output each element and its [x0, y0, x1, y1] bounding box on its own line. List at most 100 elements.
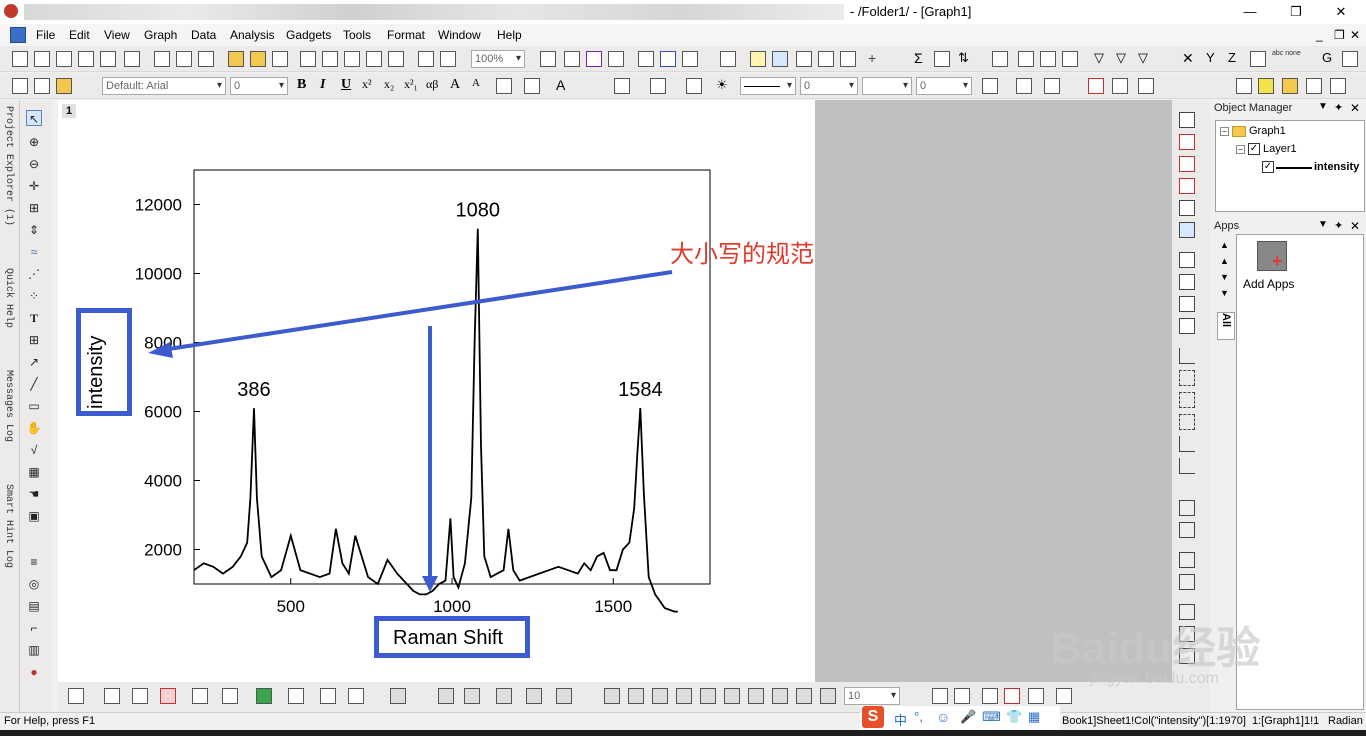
data-reader-icon[interactable]: ✛ [26, 178, 42, 194]
3d-surface-icon[interactable] [390, 688, 406, 704]
3d-ribbon-icon[interactable] [526, 688, 542, 704]
scatter-plot-icon[interactable] [104, 688, 120, 704]
ime-keyboard-icon[interactable]: ⌨ [982, 709, 1001, 725]
theme-manager-icon[interactable] [1282, 78, 1298, 94]
apps-scroll-down-icon[interactable]: ▼ [1220, 288, 1229, 298]
remove-filter-icon[interactable]: ▽ [1116, 50, 1126, 66]
sogou-ime-icon[interactable]: S [862, 706, 884, 728]
zoom-in-icon[interactable] [750, 51, 766, 67]
underline-button[interactable]: U [341, 77, 351, 93]
mask-icon[interactable] [982, 688, 998, 704]
open-folder-icon[interactable] [228, 51, 244, 67]
data-selector-icon[interactable]: ⇕ [26, 222, 42, 238]
template-icon[interactable] [348, 688, 364, 704]
refresh-icon[interactable] [564, 51, 580, 67]
set-as-z-icon[interactable]: Z [1228, 50, 1236, 65]
results-log-icon[interactable] [638, 51, 654, 67]
line-width-select[interactable]: 0 [800, 77, 858, 95]
layer-icon[interactable] [796, 51, 812, 67]
3d-plot-icon[interactable] [256, 688, 272, 704]
recalculate-icon[interactable] [418, 51, 434, 67]
extract-layers-icon[interactable] [1179, 296, 1195, 312]
batch-plot-icon[interactable] [440, 51, 456, 67]
skew-icon[interactable] [700, 688, 716, 704]
enlarge-icon[interactable] [932, 688, 948, 704]
reset-view-icon[interactable] [796, 688, 812, 704]
right-axes-icon[interactable] [1179, 392, 1195, 408]
stack-layers-icon[interactable] [1179, 112, 1195, 128]
tree-plot-node[interactable]: intensity [1314, 161, 1359, 173]
fill-pattern-icon[interactable] [982, 78, 998, 94]
new-notes-icon[interactable] [154, 51, 170, 67]
font-size-select[interactable]: 0 [230, 77, 288, 95]
stat-chart-icon[interactable] [1062, 51, 1078, 67]
transpose-icon[interactable] [1028, 688, 1044, 704]
new-project-icon[interactable] [12, 51, 28, 67]
pointer-tool-icon[interactable]: ↖ [26, 110, 42, 126]
panel-menu-icon[interactable]: ▼ [1318, 219, 1328, 230]
arrow-tool-icon[interactable]: ↗ [26, 354, 42, 370]
left-align-icon[interactable] [496, 78, 512, 94]
menu-format[interactable]: Format [387, 28, 425, 42]
line-symbol-plot-icon[interactable] [132, 688, 148, 704]
ime-voice-icon[interactable]: 🎤 [960, 709, 976, 725]
symbol-select[interactable] [862, 77, 912, 95]
insert-graph-icon[interactable]: ▦ [26, 464, 42, 480]
greek-button[interactable]: αβ [426, 77, 438, 92]
brightness-icon[interactable]: ☀ [716, 77, 728, 93]
subscript-button[interactable]: x₂ [384, 77, 394, 92]
new-matrix-icon[interactable] [78, 51, 94, 67]
filter-icon[interactable]: ▽ [1094, 50, 1104, 66]
add-apps-icon[interactable]: + [1257, 241, 1287, 271]
panel-pin-icon[interactable]: ✦ [1334, 219, 1343, 232]
annotation-arrow-line[interactable] [161, 270, 673, 352]
perspective-icon[interactable] [676, 688, 692, 704]
tree-graph-node[interactable]: Graph1 [1249, 125, 1286, 137]
tilt-icon[interactable] [652, 688, 668, 704]
project-explorer-icon[interactable] [682, 51, 698, 67]
layer-stack-icon[interactable]: ≡ [26, 554, 42, 570]
command-window-icon[interactable] [660, 51, 676, 67]
annotation-tool-icon[interactable]: ⌐ [26, 620, 42, 636]
set-as-subject-icon[interactable] [1342, 51, 1358, 67]
new-script-icon[interactable] [198, 51, 214, 67]
add-table-icon[interactable]: ⊞ [26, 332, 42, 348]
unmerge-icon[interactable] [1138, 78, 1154, 94]
rescale-y-icon[interactable] [1179, 178, 1195, 194]
rectangle-tool-icon[interactable]: ▭ [26, 398, 42, 414]
close-button[interactable]: ✕ [1327, 2, 1355, 22]
zoom-out-tool-icon[interactable]: ⊖ [26, 156, 42, 172]
project-explorer-tab[interactable]: Project Explorer (1) [3, 106, 14, 226]
statistics-icon[interactable] [934, 51, 950, 67]
3d-scatter-icon[interactable] [496, 688, 512, 704]
mdi-minimize-button[interactable]: _ [1316, 28, 1323, 42]
import-excel-icon[interactable] [388, 51, 404, 67]
import-data-icon[interactable] [300, 51, 316, 67]
add-apps-label[interactable]: Add Apps [1243, 277, 1294, 291]
menu-graph[interactable]: Graph [144, 28, 177, 42]
line-pattern-icon[interactable] [524, 78, 540, 94]
object-tool-icon[interactable]: ▣ [26, 508, 42, 524]
data-marker-icon[interactable] [1056, 688, 1072, 704]
menu-analysis[interactable]: Analysis [230, 28, 275, 42]
maximize-button[interactable]: ❐ [1282, 2, 1310, 22]
copy-icon[interactable] [34, 78, 50, 94]
align-bottom-icon[interactable] [1179, 574, 1195, 590]
column-chart-icon[interactable] [1018, 51, 1034, 67]
move-icon[interactable] [820, 688, 836, 704]
rotate-left-icon[interactable] [604, 688, 620, 704]
ime-tools-icon[interactable]: ▦ [1028, 709, 1040, 725]
new-function-icon[interactable] [100, 51, 116, 67]
open-template-icon[interactable] [250, 51, 266, 67]
panel-close-icon[interactable]: ✕ [1350, 219, 1360, 233]
mdi-doc-icon[interactable] [10, 27, 26, 43]
save-project-icon[interactable] [272, 51, 288, 67]
theme-gallery-icon[interactable] [1258, 78, 1274, 94]
bold-button[interactable]: B [297, 77, 306, 93]
zoom-in-tool-icon[interactable]: ⊕ [26, 134, 42, 150]
rotate-right-icon[interactable] [628, 688, 644, 704]
apps-up-icon[interactable]: ▲ [1220, 256, 1229, 266]
paste-format-icon[interactable] [1330, 78, 1346, 94]
set-as-x-icon[interactable]: ✕ [1182, 50, 1194, 67]
reduce-icon[interactable] [954, 688, 970, 704]
